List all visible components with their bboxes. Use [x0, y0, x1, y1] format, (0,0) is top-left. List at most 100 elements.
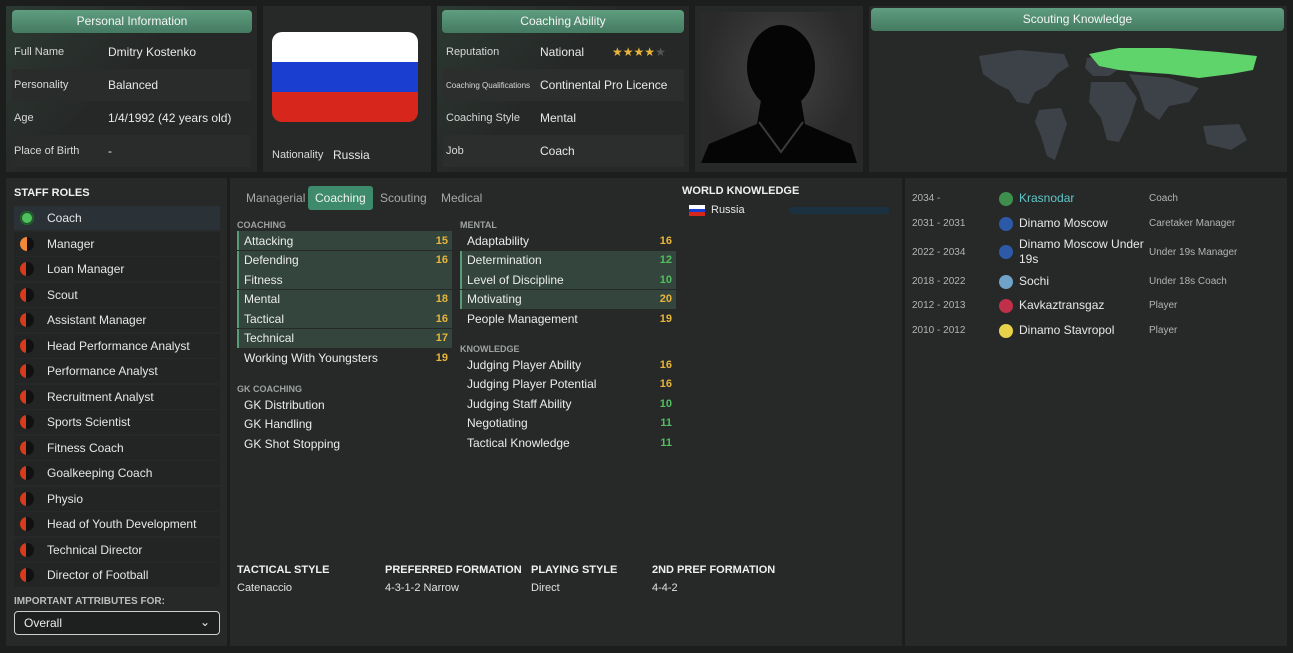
attribute-label: Judging Player Ability — [467, 357, 582, 372]
role-suitability-icon — [20, 287, 34, 302]
career-history-row[interactable]: 2031 - 2031 Dinamo Moscow Caretaker Manage… — [912, 216, 1282, 231]
attribute-row: Tactical Knowledge 11 — [460, 433, 676, 452]
personal-info-header: Personal Information — [12, 10, 252, 33]
attribute-label: Determination — [467, 253, 542, 267]
knowledge-section-title: KNOWLEDGE — [460, 344, 520, 354]
staff-role-item[interactable]: Head Performance Analyst — [14, 333, 220, 358]
staff-role-item[interactable]: Technical Director — [14, 537, 220, 562]
tab-managerial[interactable]: Managerial — [239, 186, 312, 210]
club-name[interactable]: Dinamo Moscow — [1019, 216, 1149, 231]
attribute-label: Tactical Knowledge — [467, 435, 570, 450]
attribute-label: People Management — [467, 311, 578, 326]
club-name[interactable]: Kavkaztransgaz — [1019, 298, 1149, 313]
club-crest-icon — [999, 298, 1013, 313]
staff-role-item[interactable]: Performance Analyst — [14, 359, 220, 383]
role-suitability-icon — [20, 364, 34, 378]
staff-role-label: Manager — [47, 236, 95, 251]
attribute-value: 15 — [435, 234, 448, 247]
role-suitability-icon — [20, 491, 34, 506]
world-knowledge-bar — [790, 207, 889, 214]
staff-role-label: Technical Director — [47, 542, 143, 557]
staff-role-item[interactable]: Scout — [14, 282, 220, 307]
attribute-label: Judging Player Potential — [467, 377, 597, 391]
personal-row-value: Balanced — [108, 78, 159, 92]
career-role: Coach — [1149, 193, 1178, 204]
attribute-label: GK Handling — [244, 417, 313, 431]
attribute-label: Technical — [244, 331, 295, 345]
staff-role-label: Director of Football — [47, 568, 149, 582]
attribute-row: Attacking 15 — [237, 231, 452, 250]
nationality-label: Nationality — [272, 149, 324, 161]
scouting-knowledge-panel: Scouting Knowledge — [869, 6, 1287, 172]
attribute-row: Technical 17 — [237, 328, 452, 348]
career-role: Player — [1149, 325, 1178, 336]
world-map — [979, 48, 1257, 160]
important-attributes-select[interactable]: Overall ⌄ — [14, 611, 220, 635]
attribute-value: 16 — [659, 358, 672, 371]
attribute-label: Level of Discipline — [467, 272, 564, 287]
attribute-value: 17 — [435, 332, 448, 344]
staff-role-item[interactable]: Manager — [14, 231, 220, 256]
attribute-row: Defending 16 — [237, 250, 452, 270]
staff-role-item[interactable]: Director of Football — [14, 563, 220, 587]
staff-role-label: Loan Manager — [47, 262, 125, 276]
coaching-ability-row-value: Mental — [540, 111, 577, 125]
flag-stripe-red — [272, 92, 418, 122]
coaching-ability-row: Reputation National — [443, 36, 684, 68]
coaching-ability-row-label: Job — [446, 145, 464, 157]
attribute-row: Level of Discipline 10 — [460, 270, 676, 289]
role-suitability-icon — [20, 415, 34, 429]
role-suitability-icon — [20, 236, 34, 251]
attribute-label: Negotiating — [467, 416, 528, 430]
career-history-row[interactable]: 2022 - 2034 Dinamo Moscow Under 19s Under … — [912, 237, 1282, 267]
attribute-label: GK Distribution — [244, 397, 325, 412]
staff-role-label: Scout — [47, 287, 78, 302]
mental-section-title: MENTAL — [460, 220, 497, 230]
staff-role-item[interactable]: Physio — [14, 486, 220, 511]
attribute-row: Judging Player Ability 16 — [460, 355, 676, 374]
attribute-row: Motivating 20 — [460, 289, 676, 309]
staff-role-item[interactable]: Sports Scientist — [14, 410, 220, 434]
career-history-row[interactable]: 2034 - Krasnodar Coach — [912, 191, 1282, 206]
career-history-row[interactable]: 2012 - 2013 Kavkaztransgaz Player — [912, 298, 1282, 313]
staff-role-label: Goalkeeping Coach — [47, 466, 153, 480]
attribute-row: GK Handling — [237, 415, 452, 434]
staff-role-label: Coach — [47, 211, 82, 225]
tab-medical[interactable]: Medical — [434, 186, 489, 210]
career-years: 2010 - 2012 — [912, 325, 966, 336]
career-history-row[interactable]: 2010 - 2012 Dinamo Stavropol Player — [912, 323, 1282, 338]
playing-style-label: PLAYING STYLE — [531, 564, 618, 576]
attribute-value: 11 — [660, 417, 672, 429]
attribute-value: 16 — [659, 378, 672, 390]
attribute-label: Attacking — [244, 233, 294, 248]
staff-role-item[interactable]: Recruitment Analyst — [14, 384, 220, 409]
tactical-style-value: Catenaccio — [237, 582, 293, 594]
personal-row-label: Personality — [14, 79, 69, 91]
club-name[interactable]: Dinamo Moscow Under 19s — [1019, 237, 1149, 267]
personal-row-value: Dmitry Kostenko — [108, 45, 197, 59]
attribute-value: 10 — [659, 273, 672, 286]
attribute-value: 19 — [659, 312, 672, 325]
staff-role-item[interactable]: Assistant Manager — [14, 308, 220, 332]
staff-role-item[interactable]: Goalkeeping Coach — [14, 461, 220, 485]
career-history-row[interactable]: 2018 - 2022 Sochi Under 18s Coach — [912, 274, 1282, 289]
staff-role-item[interactable]: Fitness Coach — [14, 435, 220, 460]
staff-role-item[interactable]: Coach — [14, 206, 220, 230]
club-crest-icon — [999, 274, 1013, 289]
preferred-formation-label: PREFERRED FORMATION — [385, 564, 522, 576]
tab-scouting[interactable]: Scouting — [373, 186, 434, 210]
staff-role-label: Performance Analyst — [47, 364, 158, 378]
staff-role-item[interactable]: Loan Manager — [14, 257, 220, 281]
attribute-row: Adaptability 16 — [460, 231, 676, 250]
staff-role-label: Recruitment Analyst — [47, 389, 154, 404]
personal-row-label: Full Name — [14, 46, 65, 58]
club-name[interactable]: Krasnodar — [1019, 191, 1149, 206]
second-formation-label: 2ND PREF FORMATION — [652, 564, 776, 576]
career-role: Caretaker Manager — [1149, 218, 1236, 229]
club-name[interactable]: Dinamo Stavropol — [1019, 323, 1149, 338]
club-name[interactable]: Sochi — [1019, 274, 1149, 289]
russia-flag — [272, 32, 418, 122]
role-suitability-icon — [20, 517, 34, 531]
tab-coaching[interactable]: Coaching — [308, 186, 373, 210]
staff-role-item[interactable]: Head of Youth Development — [14, 512, 220, 536]
